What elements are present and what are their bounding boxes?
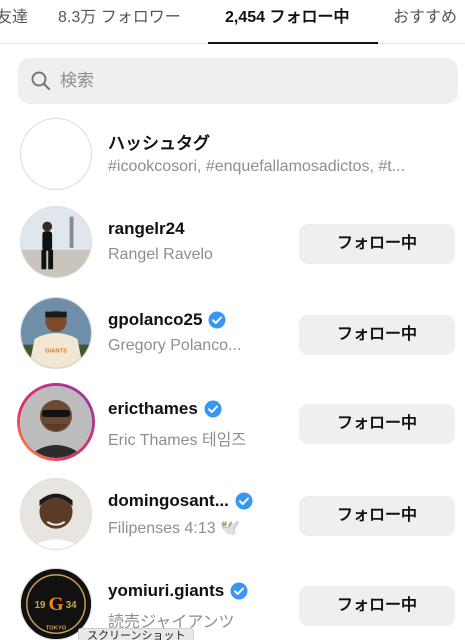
tab-following[interactable]: 2,454 フォロー中 [225, 0, 350, 44]
list-item-hashtags[interactable]: ハッシュタグ #icookcosori, #enquefallamosadict… [0, 112, 465, 200]
username: domingosant... [108, 491, 229, 510]
full-name: Rangel Ravelo [108, 246, 213, 263]
list-item-user[interactable]: 19 34 G TOKYO yomiuri.giants 読売ジャイアンツ フォ… [0, 562, 465, 640]
tab-bar: 友達 8.3万 フォロワー 2,454 フォロー中 おすすめ [0, 0, 465, 44]
hashtag-icon [20, 118, 92, 190]
username: gpolanco25 [108, 310, 203, 329]
active-tab-indicator [208, 42, 378, 44]
following-button[interactable]: フォロー中 [299, 224, 455, 264]
verified-badge-icon [235, 492, 253, 510]
username: ericthames [108, 399, 198, 418]
screenshot-tooltip: スクリーンショット [78, 628, 195, 640]
list-item-user[interactable]: rangelr24 Rangel Ravelo フォロー中 [0, 200, 465, 288]
full-name: Eric Thames 테임즈 [108, 432, 247, 449]
list-item-subtitle: #icookcosori, #enquefallamosadictos, #t.… [108, 158, 406, 175]
avatar[interactable]: GIANTS [20, 297, 92, 369]
full-name: Filipenses 4:13 🕊️ [108, 520, 240, 537]
following-button[interactable]: フォロー中 [299, 586, 455, 626]
tab-followers[interactable]: 8.3万 フォロワー [58, 0, 181, 44]
list-item-user[interactable]: ericthames Eric Thames 테임즈 フォロー中 [0, 380, 465, 468]
avatar[interactable] [20, 478, 92, 550]
following-button[interactable]: フォロー中 [299, 404, 455, 444]
svg-text:GIANTS: GIANTS [45, 348, 67, 354]
verified-badge-icon [208, 311, 226, 329]
svg-text:34: 34 [66, 600, 77, 611]
svg-text:TOKYO: TOKYO [46, 625, 67, 631]
following-button[interactable]: フォロー中 [299, 496, 455, 536]
username: yomiuri.giants [108, 581, 225, 600]
tab-friends[interactable]: 友達 [0, 0, 28, 44]
list-item-title: ハッシュタグ [108, 133, 210, 153]
verified-badge-icon [204, 400, 222, 418]
list-item-user[interactable]: domingosant... Filipenses 4:13 🕊️ フォロー中 [0, 472, 465, 560]
username: rangelr24 [108, 219, 185, 238]
full-name: Gregory Polanco... [108, 337, 242, 354]
svg-text:G: G [48, 594, 63, 615]
avatar[interactable] [20, 206, 92, 278]
search-icon [30, 70, 52, 92]
svg-text:19: 19 [35, 600, 46, 611]
avatar-story-ring[interactable] [17, 383, 95, 461]
list-item-user[interactable]: GIANTS gpolanco25 Gregory Polanco... フォロ… [0, 291, 465, 379]
following-button[interactable]: フォロー中 [299, 315, 455, 355]
search-input[interactable]: 検索 [18, 58, 458, 104]
verified-badge-icon [230, 582, 248, 600]
search-placeholder: 検索 [60, 71, 94, 90]
tab-suggested[interactable]: おすすめ [393, 0, 457, 44]
